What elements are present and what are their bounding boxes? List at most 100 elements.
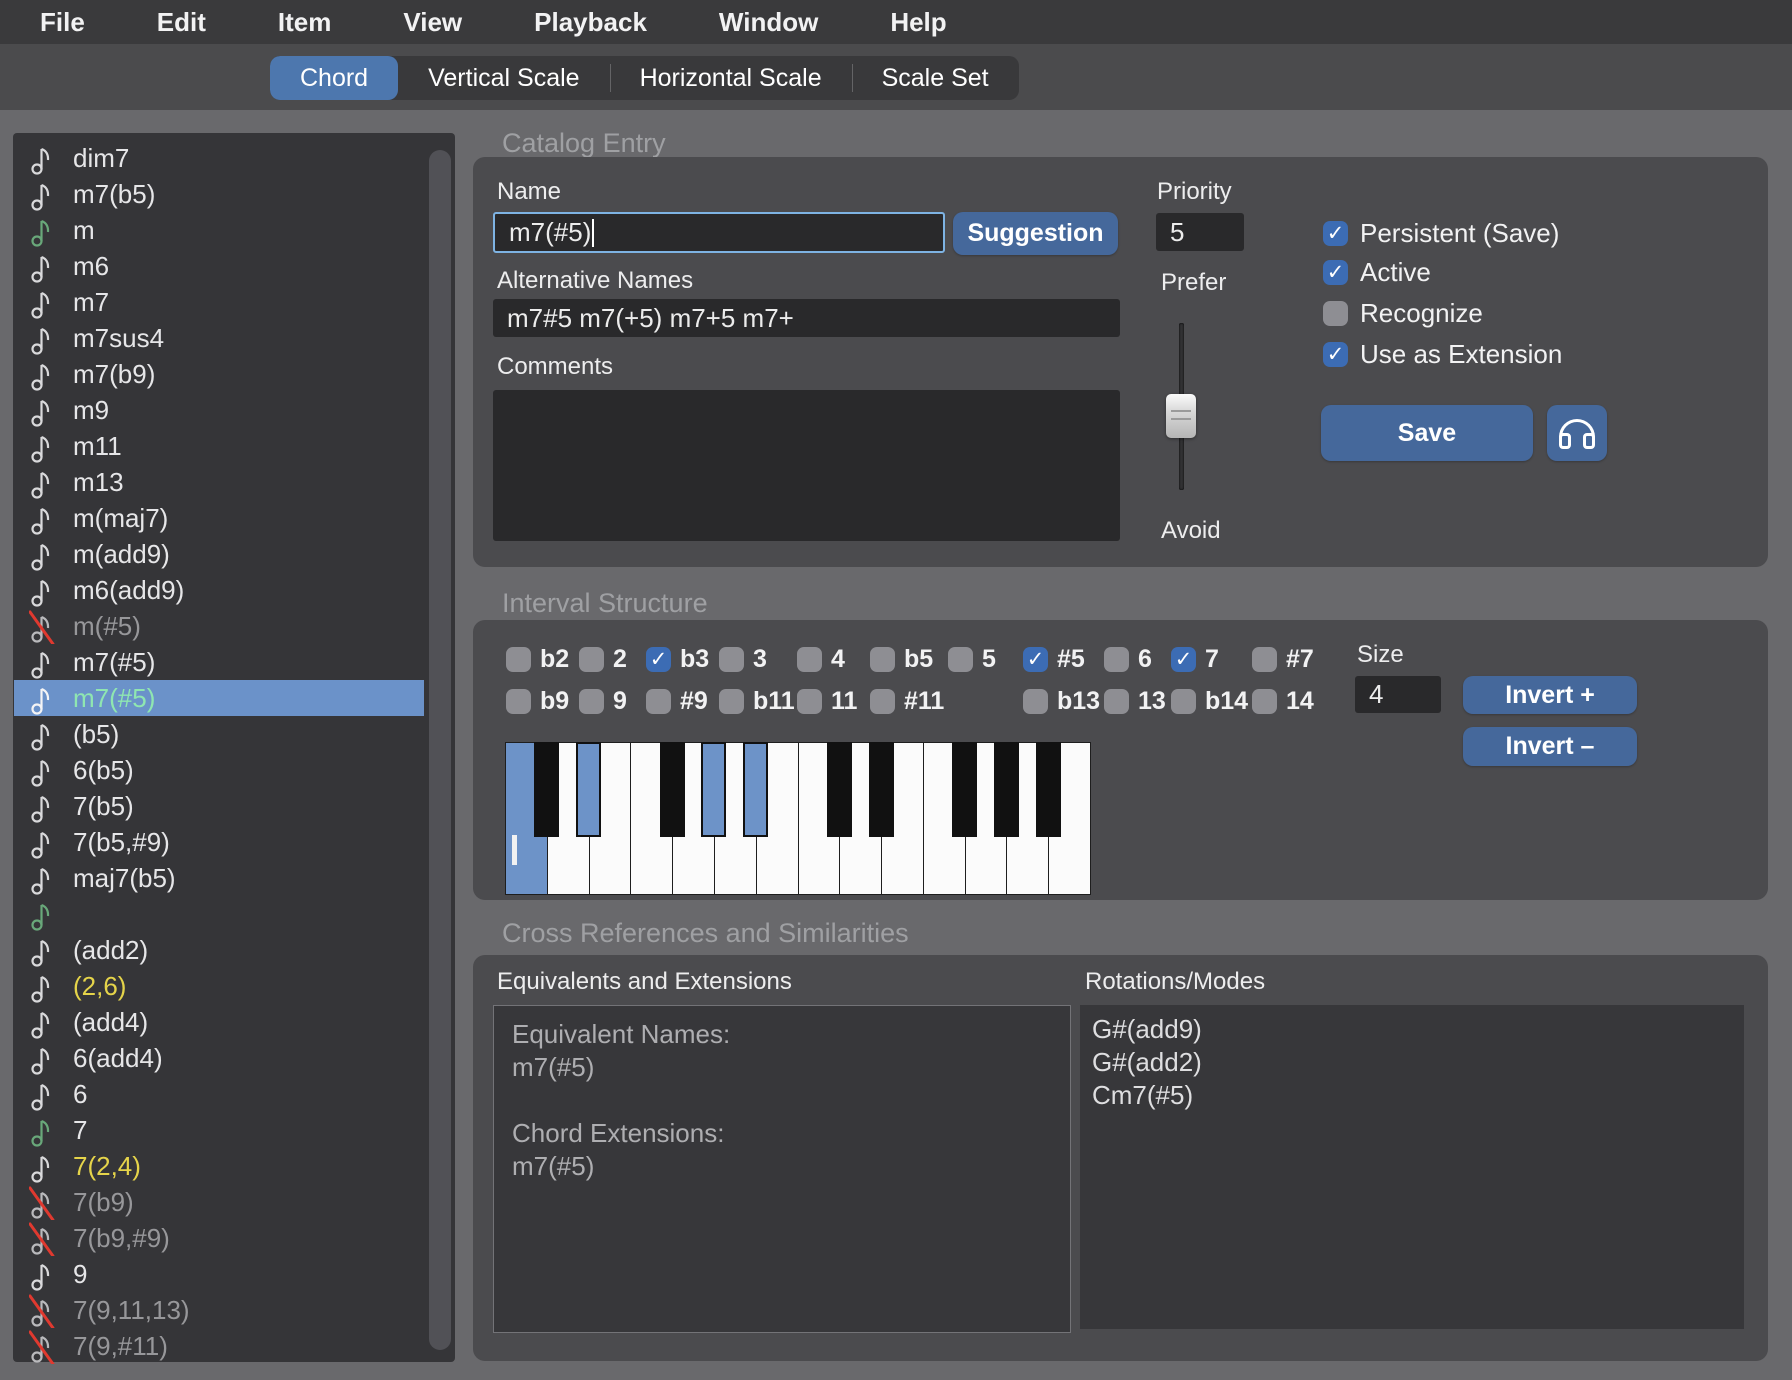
- menu-item-edit[interactable]: Edit: [157, 7, 206, 38]
- interval-checkbox-7[interactable]: ✓7: [1171, 645, 1219, 674]
- alternative-names-input[interactable]: m7#5 m7(+5) m7+5 m7+: [493, 299, 1120, 337]
- piano-black-key-5[interactable]: [701, 742, 726, 837]
- chord-list-item-m7(b9)[interactable]: m7(b9): [14, 356, 424, 392]
- chord-list-item-maj7(b5)[interactable]: maj7(b5): [14, 860, 424, 896]
- menu-item-file[interactable]: File: [40, 7, 85, 38]
- interval-checkbox-11[interactable]: ✓11: [797, 687, 857, 716]
- chord-list-item-m11[interactable]: m11: [14, 428, 424, 464]
- chord-list-item-6[interactable]: 6: [14, 1076, 424, 1112]
- menu-item-help[interactable]: Help: [890, 7, 946, 38]
- tab-chord[interactable]: Chord: [270, 56, 398, 100]
- interval-checkbox-b2[interactable]: ✓b2: [506, 645, 569, 674]
- piano-black-key-9[interactable]: [869, 742, 894, 837]
- chord-name: m7(#5): [73, 683, 155, 714]
- chord-list-item-dim7[interactable]: dim7: [14, 140, 424, 176]
- menu-item-item[interactable]: Item: [278, 7, 331, 38]
- chord-list-item-m13[interactable]: m13: [14, 464, 424, 500]
- tab-horizontal-scale[interactable]: Horizontal Scale: [610, 56, 852, 100]
- size-input[interactable]: 4: [1355, 676, 1441, 713]
- chord-list-item-9[interactable]: 9: [14, 1256, 424, 1292]
- checkbox-persistent-save[interactable]: ✓Persistent (Save): [1323, 218, 1559, 249]
- scrollbar-thumb[interactable]: [429, 150, 451, 1350]
- menu-item-playback[interactable]: Playback: [534, 7, 647, 38]
- menu-item-window[interactable]: Window: [719, 7, 818, 38]
- checkbox-box: ✓: [1104, 647, 1129, 672]
- chord-list-item-m7[interactable]: m7: [14, 284, 424, 320]
- chord-list-item-7(b5,#9)[interactable]: 7(b5,#9): [14, 824, 424, 860]
- piano-black-key-6[interactable]: [743, 742, 768, 837]
- checkbox-active[interactable]: ✓Active: [1323, 257, 1431, 288]
- chord-list-item[interactable]: [14, 896, 424, 932]
- chord-list-item-7(b9,#9)[interactable]: 7(b9,#9): [14, 1220, 424, 1256]
- chord-list-item-7(b9)[interactable]: 7(b9): [14, 1184, 424, 1220]
- priority-input[interactable]: 5: [1156, 213, 1244, 251]
- chord-list-item-m7sus4[interactable]: m7sus4: [14, 320, 424, 356]
- interval-checkbox-3[interactable]: ✓3: [719, 645, 767, 674]
- piano-black-key-8[interactable]: [827, 742, 852, 837]
- chord-list-item-7(2,4)[interactable]: 7(2,4): [14, 1148, 424, 1184]
- chord-list-item-m7(#5)[interactable]: m7(#5): [14, 644, 424, 680]
- comments-input[interactable]: [493, 390, 1120, 541]
- chord-list-item-m9[interactable]: m9: [14, 392, 424, 428]
- interval-checkbox-4[interactable]: ✓4: [797, 645, 845, 674]
- interval-checkbox-13[interactable]: ✓13: [1104, 687, 1166, 716]
- interval-checkbox-2[interactable]: ✓2: [579, 645, 627, 674]
- interval-checkbox-5[interactable]: ✓5: [948, 645, 996, 674]
- chord-list-item-6(b5)[interactable]: 6(b5): [14, 752, 424, 788]
- menu-item-view[interactable]: View: [403, 7, 462, 38]
- invert-minus-button[interactable]: Invert –: [1463, 727, 1637, 766]
- chord-list-item-m6[interactable]: m6: [14, 248, 424, 284]
- chord-list-item-(b5)[interactable]: (b5): [14, 716, 424, 752]
- interval-checkbox-s7[interactable]: ✓#7: [1252, 645, 1314, 674]
- chord-list-item-(add2)[interactable]: (add2): [14, 932, 424, 968]
- chord-list-item-7(b5)[interactable]: 7(b5): [14, 788, 424, 824]
- chord-list-item-7(9,#11)[interactable]: 7(9,#11): [14, 1328, 424, 1364]
- chord-name: m7(b9): [73, 359, 155, 390]
- chord-list-item-7(9,11,13)[interactable]: 7(9,11,13): [14, 1292, 424, 1328]
- checkbox-box: ✓: [506, 647, 531, 672]
- save-button[interactable]: Save: [1321, 405, 1533, 461]
- rotations-box[interactable]: G#(add9) G#(add2) Cm7(#5): [1080, 1005, 1744, 1329]
- checkbox-recognize[interactable]: ✓Recognize: [1323, 298, 1483, 329]
- checkbox-box: ✓: [1323, 260, 1348, 285]
- piano-black-key-4[interactable]: [660, 742, 685, 837]
- chord-list-item-m(#5)[interactable]: m(#5): [14, 608, 424, 644]
- interval-checkbox-6[interactable]: ✓6: [1104, 645, 1152, 674]
- piano-black-key-11[interactable]: [952, 742, 977, 837]
- name-input[interactable]: m7(#5): [493, 212, 945, 253]
- chord-list-item-m6(add9)[interactable]: m6(add9): [14, 572, 424, 608]
- chord-list-item-m(add9)[interactable]: m(add9): [14, 536, 424, 572]
- listen-button[interactable]: [1547, 405, 1607, 461]
- chord-list-item-7[interactable]: 7: [14, 1112, 424, 1148]
- interval-checkbox-b11[interactable]: ✓b11: [719, 687, 795, 716]
- chord-list-item-m7(b5)[interactable]: m7(b5): [14, 176, 424, 212]
- interval-checkbox-s5[interactable]: ✓#5: [1023, 645, 1085, 674]
- piano-black-key-1[interactable]: [534, 742, 559, 837]
- prefer-avoid-slider-thumb[interactable]: [1166, 394, 1196, 438]
- piano-black-key-12[interactable]: [994, 742, 1019, 837]
- chord-list-item-m(maj7)[interactable]: m(maj7): [14, 500, 424, 536]
- chord-list-item-m7(#5)[interactable]: m7(#5): [14, 680, 424, 716]
- tab-vertical-scale[interactable]: Vertical Scale: [398, 56, 609, 100]
- checkbox-box: ✓: [646, 689, 671, 714]
- interval-checkbox-b9[interactable]: ✓b9: [506, 687, 569, 716]
- tab-scale-set[interactable]: Scale Set: [852, 56, 1019, 100]
- interval-checkbox-s9[interactable]: ✓#9: [646, 687, 708, 716]
- piano-black-key-13[interactable]: [1036, 742, 1061, 837]
- chord-list-item-(2,6)[interactable]: (2,6): [14, 968, 424, 1004]
- chord-list-item-m[interactable]: m: [14, 212, 424, 248]
- checkbox-use-as-extension[interactable]: ✓Use as Extension: [1323, 339, 1562, 370]
- invert-plus-button[interactable]: Invert +: [1463, 676, 1637, 714]
- chord-list-item-(add4)[interactable]: (add4): [14, 1004, 424, 1040]
- interval-checkbox-9[interactable]: ✓9: [579, 687, 627, 716]
- piano-black-key-2[interactable]: [576, 742, 601, 837]
- interval-checkbox-s11[interactable]: ✓#11: [870, 687, 944, 716]
- interval-checkbox-b14[interactable]: ✓b14: [1171, 687, 1248, 716]
- interval-checkbox-b5[interactable]: ✓b5: [870, 645, 933, 674]
- interval-checkbox-b13[interactable]: ✓b13: [1023, 687, 1100, 716]
- equivalents-box[interactable]: Equivalent Names: m7(#5) Chord Extension…: [493, 1005, 1071, 1333]
- suggestion-button[interactable]: Suggestion: [953, 212, 1118, 255]
- chord-list-item-6(add4)[interactable]: 6(add4): [14, 1040, 424, 1076]
- interval-checkbox-14[interactable]: ✓14: [1252, 687, 1314, 716]
- interval-checkbox-b3[interactable]: ✓b3: [646, 645, 709, 674]
